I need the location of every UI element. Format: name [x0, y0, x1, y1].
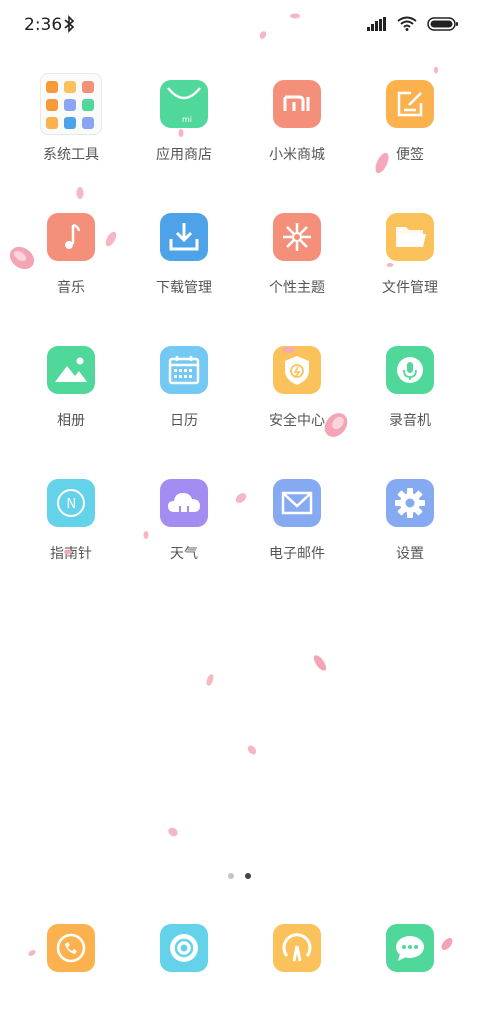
folder-icon	[40, 73, 102, 135]
petal-icon	[441, 938, 453, 950]
folder-open-icon	[386, 213, 434, 261]
mi-logo-icon	[273, 80, 321, 128]
petal-icon	[28, 950, 36, 956]
petal-icon	[105, 231, 117, 247]
app-label: 音乐	[57, 280, 85, 296]
download-tray-icon	[160, 213, 208, 261]
petal-icon	[143, 531, 149, 539]
app-label: 录音机	[389, 413, 431, 429]
shopping-bag-icon: mi	[160, 80, 208, 128]
app-label: 便签	[396, 147, 424, 163]
app-label: 系统工具	[43, 147, 99, 163]
app-label: 应用商店	[156, 147, 212, 163]
app-themes[interactable]: 个性主题	[242, 213, 352, 297]
mountain-photo-icon	[47, 346, 95, 394]
app-notes[interactable]: 便签	[355, 80, 465, 164]
app-app-store[interactable]: mi 应用商店	[129, 80, 239, 164]
petal-icon	[283, 347, 295, 353]
theme-flower-icon	[273, 213, 321, 261]
svg-text:mi: mi	[182, 115, 192, 124]
music-note-icon	[47, 213, 95, 261]
petal-icon	[76, 187, 84, 199]
petal-icon	[9, 246, 35, 270]
bluetooth-icon	[64, 15, 75, 37]
gear-icon	[386, 479, 434, 527]
petal-icon	[386, 263, 394, 267]
petal-icon	[178, 129, 184, 137]
app-file-manager[interactable]: 文件管理	[355, 213, 465, 297]
dock-browser[interactable]	[242, 924, 352, 972]
app-calendar[interactable]: 日历	[129, 346, 239, 430]
browser-icon	[273, 924, 321, 972]
petal-icon	[206, 674, 214, 686]
phone-icon	[47, 924, 95, 972]
app-settings[interactable]: 设置	[355, 479, 465, 563]
app-email[interactable]: 电子邮件	[242, 479, 352, 563]
app-label: 相册	[57, 413, 85, 429]
dock-camera[interactable]	[129, 924, 239, 972]
petal-icon	[259, 31, 267, 39]
page-dot-2-active[interactable]	[245, 873, 251, 879]
shield-bolt-icon	[273, 346, 321, 394]
camera-lens-icon	[160, 924, 208, 972]
envelope-icon	[273, 479, 321, 527]
svg-text:N: N	[67, 497, 77, 512]
cloud-icon	[160, 479, 208, 527]
status-bar: 2:36	[0, 0, 480, 52]
app-label: 电子邮件	[269, 546, 325, 562]
app-label: 日历	[170, 413, 198, 429]
petal-icon	[324, 413, 348, 437]
app-label: 天气	[170, 546, 198, 562]
app-mi-store[interactable]: 小米商城	[242, 80, 352, 164]
petal-icon	[434, 66, 438, 74]
app-label: 小米商城	[269, 147, 325, 163]
petal-icon	[64, 549, 72, 555]
app-recorder[interactable]: 录音机	[355, 346, 465, 430]
status-time: 2:36	[24, 15, 63, 35]
app-gallery[interactable]: 相册	[16, 346, 126, 430]
app-label: 下载管理	[156, 280, 212, 296]
microphone-icon	[386, 346, 434, 394]
wifi-icon	[397, 16, 417, 35]
app-label: 文件管理	[382, 280, 438, 296]
page-dot-1[interactable]	[228, 873, 234, 879]
petal-icon	[375, 152, 389, 174]
petal-icon	[168, 827, 178, 837]
app-label: 个性主题	[269, 280, 325, 296]
calendar-icon	[160, 346, 208, 394]
app-system-tools[interactable]: 系统工具	[16, 73, 126, 164]
app-label: 设置	[396, 546, 424, 562]
battery-icon	[427, 16, 458, 35]
petal-icon	[247, 745, 257, 755]
app-weather[interactable]: 天气	[129, 479, 239, 563]
compass-icon: N	[47, 479, 95, 527]
message-bubble-icon	[386, 924, 434, 972]
signal-icon	[367, 16, 387, 35]
note-edit-icon	[386, 80, 434, 128]
petal-icon	[313, 655, 327, 671]
app-downloads[interactable]: 下载管理	[129, 213, 239, 297]
petal-icon	[290, 13, 300, 19]
petal-icon	[235, 493, 247, 503]
